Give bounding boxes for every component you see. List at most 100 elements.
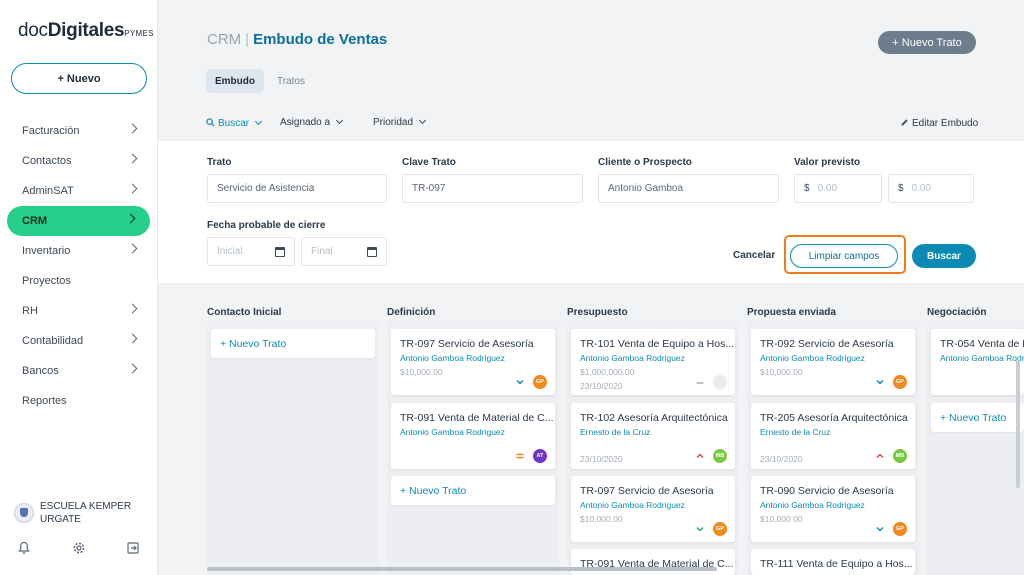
deal-card[interactable]: TR-054 Venta de M Antonio Gamboa Rodri bbox=[931, 329, 1024, 395]
amount-max-input[interactable]: $0.00 bbox=[888, 174, 974, 203]
add-deal-button[interactable]: + Nuevo Trato bbox=[391, 476, 555, 505]
sidebar-item-inventario[interactable]: Inventario bbox=[0, 236, 158, 266]
bell-icon[interactable] bbox=[16, 540, 32, 556]
vertical-scrollbar[interactable] bbox=[1016, 360, 1020, 488]
sidebar-item-crm[interactable]: CRM bbox=[7, 206, 150, 236]
sidebar-item-contactos[interactable]: Contactos bbox=[0, 146, 158, 176]
tab-embudo[interactable]: Embudo bbox=[206, 69, 264, 93]
sidebar-item-bancos[interactable]: Bancos bbox=[0, 356, 158, 386]
sidebar-item-label: Bancos bbox=[22, 365, 59, 377]
priority-lowest-icon bbox=[696, 526, 704, 532]
sidebar: docDigitalesPYMES + Nuevo Facturación Co… bbox=[0, 0, 158, 575]
deal-title: TR-097 Servicio de Asesoría bbox=[580, 485, 714, 497]
amount-min-placeholder: 0.00 bbox=[817, 183, 838, 194]
chevron-right-icon bbox=[125, 213, 136, 224]
deal-amount: $10,000.00 bbox=[760, 367, 803, 377]
deal-client[interactable]: Ernesto de la Cruz bbox=[760, 427, 830, 437]
deal-card[interactable]: TR-097 Servicio de Asesoría Antonio Gamb… bbox=[391, 329, 555, 395]
deal-key-input[interactable]: TR-097 bbox=[402, 174, 583, 203]
search-filter[interactable]: Buscar bbox=[206, 117, 263, 129]
chevron-right-icon bbox=[127, 153, 138, 164]
deal-card[interactable]: TR-091 Venta de Material de C... Antonio… bbox=[391, 403, 555, 469]
sidebar-item-reportes[interactable]: Reportes bbox=[0, 386, 158, 416]
chevron-right-icon bbox=[127, 303, 138, 314]
sidebar-item-label: Reportes bbox=[22, 395, 67, 407]
date-end-input[interactable]: Final bbox=[301, 237, 387, 266]
amount-label: Valor previsto bbox=[794, 157, 861, 168]
avatar[interactable]: GP bbox=[893, 522, 907, 536]
deal-amount: $10,000.00 bbox=[400, 367, 443, 377]
deal-client[interactable]: Antonio Gamboa Rodriguez bbox=[400, 427, 505, 437]
organization[interactable]: ESCUELA KEMPER URGATE bbox=[14, 500, 154, 526]
deal-client[interactable]: Antonio Gamboa Rodriguez bbox=[580, 353, 685, 363]
deal-card[interactable]: TR-101 Venta de Equipo a Hos... Antonio … bbox=[571, 329, 735, 395]
date-start-input[interactable]: Inicial bbox=[207, 237, 295, 266]
deal-input[interactable]: Servicio de Asistencia bbox=[207, 174, 387, 203]
chevron-right-icon bbox=[127, 243, 138, 254]
add-deal-button[interactable]: + Nuevo Trato bbox=[211, 329, 375, 358]
deal-title: TR-101 Venta de Equipo a Hos... bbox=[580, 338, 735, 350]
calendar-icon[interactable] bbox=[275, 247, 285, 257]
close-date-label: Fecha probable de cierre bbox=[207, 220, 326, 231]
deal-title: TR-102 Asesoría Arquitectónica bbox=[580, 412, 728, 424]
horizontal-scrollbar[interactable] bbox=[207, 567, 717, 571]
amount-max-placeholder: 0.00 bbox=[911, 183, 932, 194]
avatar-empty[interactable] bbox=[713, 375, 727, 389]
avatar[interactable]: GP bbox=[893, 375, 907, 389]
tab-tratos[interactable]: Tratos bbox=[268, 69, 314, 93]
deal-card[interactable]: TR-097 Servicio de Asesoría Antonio Gamb… bbox=[571, 476, 735, 542]
deal-title: TR-092 Servicio de Asesoría bbox=[760, 338, 894, 350]
breadcrumb-parent[interactable]: CRM bbox=[207, 31, 241, 48]
avatar[interactable]: GP bbox=[713, 522, 727, 536]
clear-fields-button[interactable]: Limpiar campos bbox=[790, 244, 898, 268]
calendar-icon[interactable] bbox=[367, 247, 377, 257]
deal-card[interactable]: TR-111 Venta de Equipo a Hos... bbox=[751, 549, 915, 575]
deal-card[interactable]: TR-205 Asesoría Arquitectónica Ernesto d… bbox=[751, 403, 915, 469]
new-deal-button[interactable]: + Nuevo Trato bbox=[878, 31, 976, 54]
amount-min-input[interactable]: $0.00 bbox=[794, 174, 882, 203]
organization-name-line2: URGATE bbox=[40, 514, 81, 525]
client-input[interactable]: Antonio Gamboa bbox=[598, 174, 779, 203]
deal-client[interactable]: Antonio Gamboa Rodriguez bbox=[580, 500, 685, 510]
search-button[interactable]: Buscar bbox=[912, 244, 976, 268]
deal-client[interactable]: Antonio Gamboa Rodriguez bbox=[400, 353, 505, 363]
search-filter-label: Buscar bbox=[218, 118, 250, 129]
client-label: Cliente o Prospecto bbox=[598, 157, 692, 168]
edit-funnel-link[interactable]: Editar Embudo bbox=[900, 117, 978, 129]
sidebar-item-contabilidad[interactable]: Contabilidad bbox=[0, 326, 158, 356]
deal-client[interactable]: Antonio Gamboa Rodri bbox=[940, 353, 1024, 363]
deal-client[interactable]: Ernesto de la Cruz bbox=[580, 427, 650, 437]
deal-title: TR-111 Venta de Equipo a Hos... bbox=[760, 558, 913, 570]
brand-logo[interactable]: docDigitalesPYMES bbox=[18, 20, 154, 42]
deal-card[interactable]: TR-091 Venta de Material de C... bbox=[571, 549, 735, 575]
brand-part2: Digitales bbox=[47, 20, 125, 41]
deal-title: TR-097 Servicio de Asesoría bbox=[400, 338, 534, 350]
gear-icon[interactable] bbox=[71, 540, 87, 556]
avatar[interactable]: AT bbox=[533, 449, 547, 463]
sidebar-item-rh[interactable]: RH bbox=[0, 296, 158, 326]
deal-amount: $1,000,000.00 bbox=[580, 367, 635, 377]
assigned-filter[interactable]: Asignado a bbox=[280, 116, 344, 128]
deal-card[interactable]: TR-090 Servicio de Asesoría Antonio Gamb… bbox=[751, 476, 915, 542]
date-end-placeholder: Final bbox=[311, 246, 333, 257]
deal-card[interactable]: TR-092 Servicio de Asesoría Antonio Gamb… bbox=[751, 329, 915, 395]
priority-medium-icon bbox=[516, 453, 524, 459]
sidebar-item-label: Contactos bbox=[22, 155, 72, 167]
cancel-button[interactable]: Cancelar bbox=[733, 250, 775, 261]
add-deal-button[interactable]: + Nuevo Trato bbox=[931, 403, 1024, 432]
avatar[interactable]: MB bbox=[893, 449, 907, 463]
new-button[interactable]: + Nuevo bbox=[11, 63, 147, 94]
sidebar-footer bbox=[0, 540, 158, 560]
sidebar-item-adminsat[interactable]: AdminSAT bbox=[0, 176, 158, 206]
breadcrumb-separator: | bbox=[245, 31, 250, 48]
deal-client[interactable]: Antonio Gamboa Rodriguez bbox=[760, 353, 865, 363]
logout-icon[interactable] bbox=[125, 540, 141, 556]
priority-filter[interactable]: Prioridad bbox=[373, 116, 427, 128]
avatar[interactable]: GP bbox=[533, 375, 547, 389]
sidebar-item-proyectos[interactable]: Proyectos bbox=[0, 266, 158, 296]
deal-key-label: Clave Trato bbox=[402, 157, 456, 168]
sidebar-item-label: Inventario bbox=[22, 245, 71, 257]
deal-card[interactable]: TR-102 Asesoría Arquitectónica Ernesto d… bbox=[571, 403, 735, 469]
avatar[interactable]: MB bbox=[713, 449, 727, 463]
deal-client[interactable]: Antonio Gamboa Rodriguez bbox=[760, 500, 865, 510]
